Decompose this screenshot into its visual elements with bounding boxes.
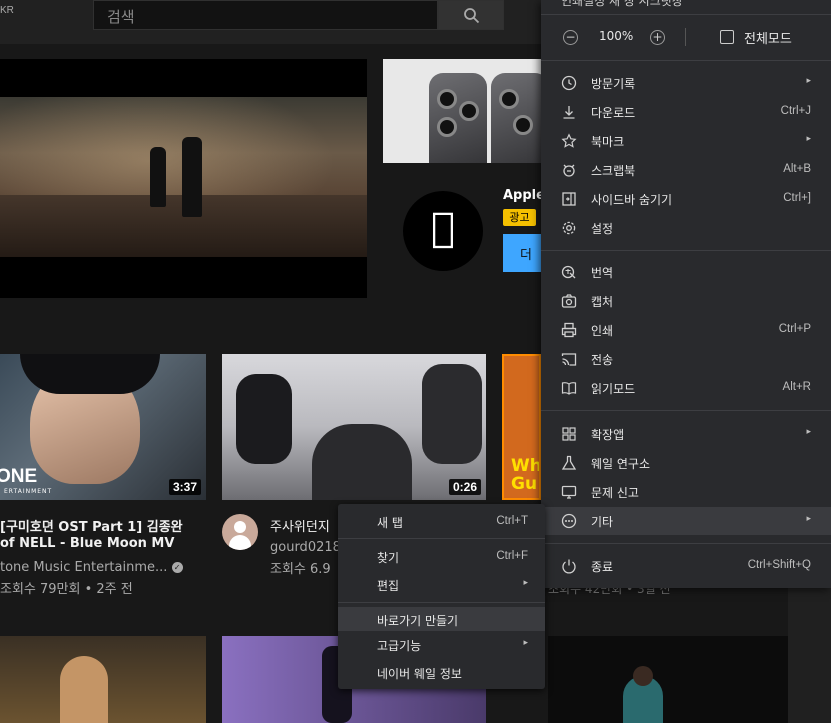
thumbnail-logo-text: ONE bbox=[0, 466, 38, 487]
search-button[interactable] bbox=[438, 0, 504, 30]
menu-item-extensions[interactable]: 확장앱 ▸ bbox=[541, 420, 831, 448]
camera-icon bbox=[561, 294, 577, 308]
browser-main-menu: 인쇄설정 새 창 시크릿창 − 100% + 전체모드 방문기록 ▸ 다운로드 … bbox=[541, 0, 831, 588]
search-placeholder: 검색 bbox=[107, 8, 135, 26]
more-submenu: 새 탭 Ctrl+T 찾기 Ctrl+F 편집 ▸ 바로가기 만들기 고급기능 … bbox=[338, 504, 545, 689]
video-stats: 조회수 6.9 bbox=[270, 562, 331, 577]
extensions-icon bbox=[562, 427, 576, 441]
more-icon bbox=[561, 513, 577, 529]
menu-item-exit[interactable]: 종료 Ctrl+Shift+Q bbox=[541, 552, 831, 580]
menu-item-history[interactable]: 방문기록 ▸ bbox=[541, 69, 831, 97]
menu-item-capture[interactable]: 캡처 bbox=[541, 287, 831, 315]
submenu-item-about-whale[interactable]: 네이버 웨일 정보 bbox=[338, 660, 545, 684]
channel-name[interactable]: tone Music Entertainme... ✓ bbox=[0, 560, 183, 575]
menu-item-scrapbook[interactable]: 스크랩북 Alt+B bbox=[541, 156, 831, 184]
flask-icon bbox=[561, 455, 577, 470]
ad-badge: 광고 bbox=[503, 209, 536, 226]
video-thumbnail[interactable]: ONE ERTAINMENT 3:37 bbox=[0, 354, 206, 500]
video-thumbnail[interactable] bbox=[0, 636, 206, 723]
scrapbook-icon bbox=[563, 164, 575, 177]
ad-title[interactable]: Apple bbox=[503, 188, 545, 203]
video-thumbnail[interactable]: Wh Gu bbox=[502, 354, 541, 500]
video-thumbnail[interactable]: 0:26 bbox=[222, 354, 486, 500]
submenu-item-new-tab[interactable]: 새 탭 Ctrl+T bbox=[338, 509, 545, 533]
menu-item-settings[interactable]: 설정 bbox=[541, 214, 831, 242]
submenu-item-create-shortcut[interactable]: 바로가기 만들기 bbox=[338, 607, 545, 631]
menu-item-more[interactable]: 기타 ▸ bbox=[541, 507, 831, 535]
zoom-out-button[interactable]: − bbox=[563, 30, 578, 45]
zoom-level: 100% bbox=[599, 29, 634, 43]
submenu-item-advanced[interactable]: 고급기능 ▸ bbox=[338, 632, 545, 656]
menu-item-hide-sidebar[interactable]: 사이드바 숨기기 Ctrl+] bbox=[541, 185, 831, 213]
video-title[interactable]: [구미호뎐 OST Part 1] 김종완 bbox=[0, 516, 183, 535]
video-duration: 3:37 bbox=[168, 479, 201, 495]
menu-item-print[interactable]: 인쇄 Ctrl+P bbox=[541, 316, 831, 344]
video-stats: 조회수 79만회 • 2주 전 bbox=[0, 582, 133, 597]
fullscreen-icon[interactable] bbox=[720, 30, 734, 44]
zoom-in-button[interactable]: + bbox=[650, 30, 665, 45]
fullscreen-button[interactable]: 전체모드 bbox=[744, 28, 792, 47]
gear-icon bbox=[562, 221, 576, 235]
ad-thumbnail[interactable] bbox=[383, 59, 541, 163]
video-title[interactable]: 주사위던지 bbox=[270, 516, 330, 535]
submenu-item-edit[interactable]: 편집 ▸ bbox=[338, 572, 545, 596]
zoom-controls: − 100% + 전체모드 bbox=[541, 22, 831, 52]
star-icon bbox=[561, 133, 577, 148]
submenu-item-find[interactable]: 찾기 Ctrl+F bbox=[338, 544, 545, 568]
video-frame bbox=[0, 97, 367, 257]
menu-item-whale-lab[interactable]: 웨일 연구소 bbox=[541, 449, 831, 477]
menu-item-downloads[interactable]: 다운로드 Ctrl+J bbox=[541, 98, 831, 126]
search-input[interactable]: 검색 bbox=[93, 0, 438, 30]
verified-icon: ✓ bbox=[171, 562, 183, 573]
thumbnail-text: Wh bbox=[511, 456, 541, 476]
menu-item-cast[interactable]: 전송 bbox=[541, 345, 831, 373]
cast-icon bbox=[561, 353, 577, 366]
report-icon bbox=[561, 485, 577, 499]
thumbnail-text: Gu bbox=[511, 474, 538, 494]
ad-cta-button[interactable]: 더 bbox=[503, 234, 543, 272]
search-icon bbox=[464, 8, 480, 24]
thumbnail-logo-sub: ERTAINMENT bbox=[4, 488, 53, 495]
power-icon bbox=[562, 559, 576, 574]
video-duration: 0:26 bbox=[448, 479, 481, 495]
print-icon bbox=[561, 322, 577, 338]
menu-item-report-issue[interactable]: 문제 신고 bbox=[541, 478, 831, 506]
menu-item-bookmarks[interactable]: 북마크 ▸ bbox=[541, 127, 831, 155]
menu-item-reading-mode[interactable]: 읽기모드 Alt+R bbox=[541, 374, 831, 402]
menu-item-translate[interactable]: 번역 bbox=[541, 258, 831, 286]
menu-top-partial[interactable]: 인쇄설정 새 창 시크릿창 bbox=[561, 0, 683, 9]
translate-icon bbox=[561, 265, 576, 279]
video-thumbnail[interactable] bbox=[548, 636, 788, 723]
sidebar-icon bbox=[562, 192, 576, 206]
history-icon bbox=[561, 75, 577, 91]
channel-avatar[interactable] bbox=[222, 514, 258, 550]
video-title-line2[interactable]: of NELL - Blue Moon MV bbox=[0, 536, 174, 551]
featured-video-player[interactable] bbox=[0, 59, 367, 298]
channel-name[interactable]: gourd0218 bbox=[270, 540, 341, 555]
region-label: KR bbox=[0, 5, 14, 16]
apple-logo[interactable]:  bbox=[403, 191, 483, 271]
book-icon bbox=[561, 382, 577, 395]
download-icon bbox=[563, 106, 575, 119]
